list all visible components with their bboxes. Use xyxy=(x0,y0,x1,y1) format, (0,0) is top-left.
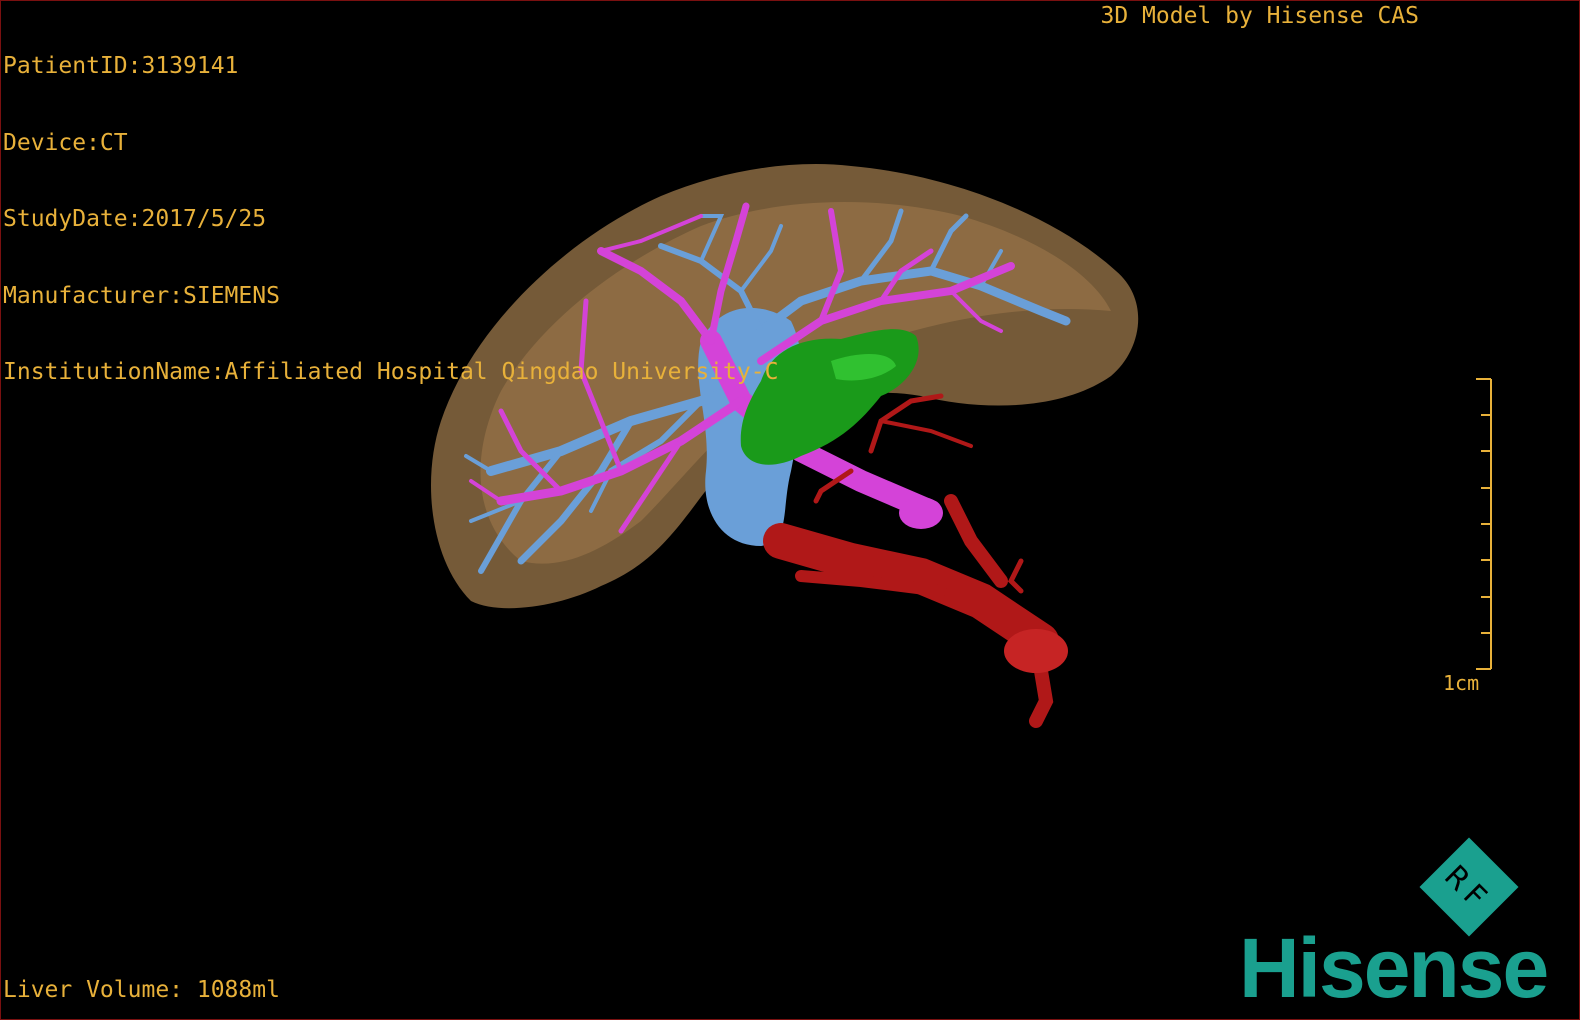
device: Device:CT xyxy=(3,129,128,156)
scale-bar xyxy=(1476,378,1492,670)
portal-vein-trunk-end xyxy=(899,497,943,529)
patient-id: PatientID:3139141 xyxy=(3,53,239,79)
study-date: StudyDate:2017/5/25 xyxy=(3,206,267,232)
scale-bar-label: 1cm xyxy=(1443,671,1480,695)
manufacturer: Manufacturer:SIEMENS xyxy=(3,282,280,309)
artery-cut-end xyxy=(1004,629,1068,673)
liver-volume: Liver Volume: 1088ml xyxy=(3,977,280,1003)
hisense-logo: Hisense xyxy=(1239,921,1549,1015)
model-credit: 3D Model by Hisense CAS xyxy=(1100,3,1420,29)
3d-viewport[interactable]: PatientID:3139141 Device:CT StudyDate:20… xyxy=(0,0,1580,1020)
dicom-info-overlay: PatientID:3139141 Device:CT StudyDate:20… xyxy=(3,3,778,437)
institution-name: InstitutionName:Affiliated Hospital Qing… xyxy=(3,359,779,385)
